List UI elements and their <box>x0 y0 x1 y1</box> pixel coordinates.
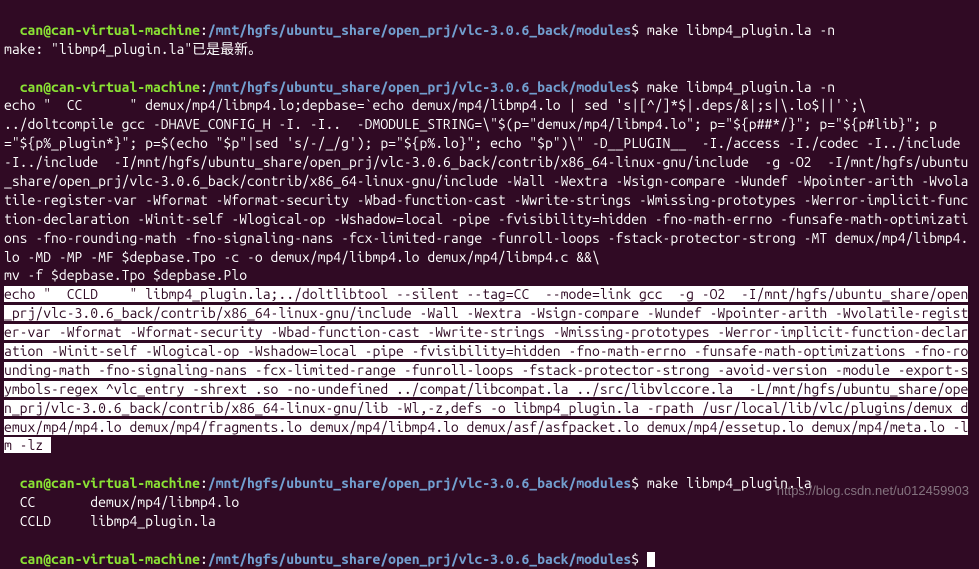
terminal-output[interactable]: make: "libmp4_plugin.la"已是最新。 <box>4 40 975 59</box>
prompt-colon: : <box>200 22 208 38</box>
prompt-colon: : <box>200 79 208 95</box>
terminal-output-selected[interactable]: echo " CCLD " libmp4_plugin.la;../doltli… <box>4 285 975 455</box>
command-text: make libmp4_plugin.la -n <box>639 22 835 38</box>
prompt-colon: : <box>200 475 208 491</box>
terminal-line[interactable]: can@can-virtual-machine:/mnt/hgfs/ubuntu… <box>4 59 975 97</box>
prompt-path: /mnt/hgfs/ubuntu_share/open_prj/vlc-3.0.… <box>208 79 631 95</box>
prompt-user-host: can@can-virtual-machine <box>20 475 200 491</box>
prompt-path: /mnt/hgfs/ubuntu_share/open_prj/vlc-3.0.… <box>208 551 631 567</box>
terminal-output[interactable]: CC demux/mp4/libmp4.lo <box>4 493 975 512</box>
prompt-dollar: $ <box>631 551 639 567</box>
prompt-dollar: $ <box>631 475 639 491</box>
prompt-path: /mnt/hgfs/ubuntu_share/open_prj/vlc-3.0.… <box>208 475 631 491</box>
cursor <box>647 552 655 567</box>
command-text: make libmp4_plugin.la -n <box>639 79 835 95</box>
terminal-output[interactable]: ../doltcompile gcc -DHAVE_CONFIG_H -I. -… <box>4 115 975 266</box>
command-text: make libmp4_plugin.la <box>639 475 811 491</box>
prompt-user-host: can@can-virtual-machine <box>20 22 200 38</box>
terminal-output[interactable]: CCLD libmp4_plugin.la <box>4 512 975 531</box>
prompt-user-host: can@can-virtual-machine <box>20 551 200 567</box>
selected-text: echo " CCLD " libmp4_plugin.la;../doltli… <box>4 286 968 453</box>
terminal-line[interactable]: can@can-virtual-machine:/mnt/hgfs/ubuntu… <box>4 455 975 493</box>
prompt-user-host: can@can-virtual-machine <box>20 79 200 95</box>
prompt-colon: : <box>200 551 208 567</box>
prompt-dollar: $ <box>631 79 639 95</box>
prompt-dollar: $ <box>631 22 639 38</box>
terminal-line[interactable]: can@can-virtual-machine:/mnt/hgfs/ubuntu… <box>4 2 975 40</box>
terminal-output[interactable]: echo " CC " demux/mp4/libmp4.lo;depbase=… <box>4 96 975 115</box>
prompt-path: /mnt/hgfs/ubuntu_share/open_prj/vlc-3.0.… <box>208 22 631 38</box>
terminal-output[interactable]: mv -f $depbase.Tpo $depbase.Plo <box>4 266 975 285</box>
terminal-line[interactable]: can@can-virtual-machine:/mnt/hgfs/ubuntu… <box>4 531 975 569</box>
command-text <box>639 551 647 567</box>
